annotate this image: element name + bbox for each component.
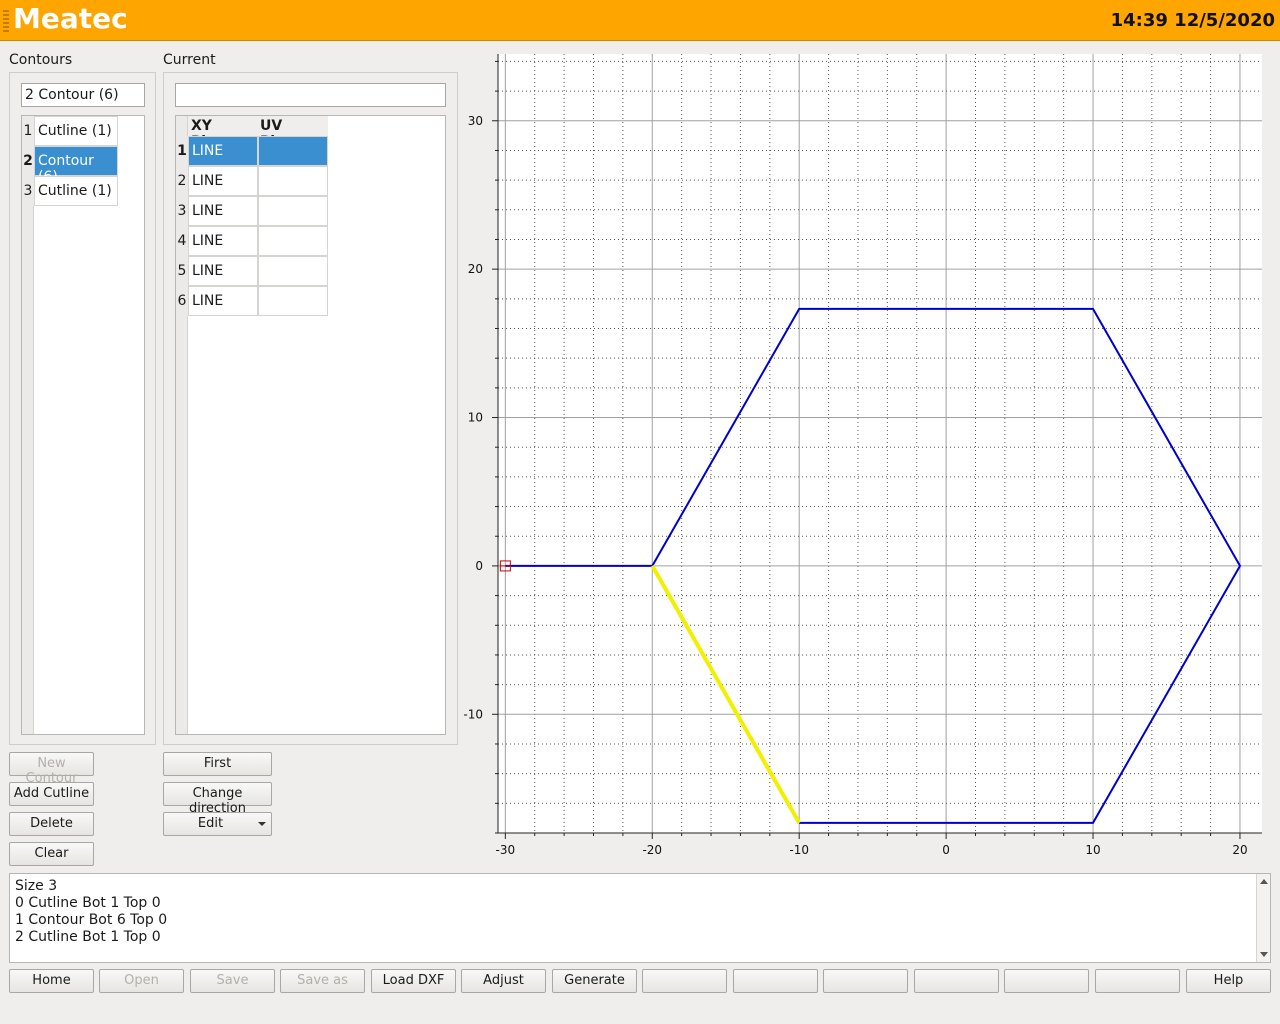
segment-row[interactable]: 4 LINE [176, 226, 328, 256]
segment-row[interactable]: 3 LINE [176, 196, 328, 226]
edit-label: Edit [197, 816, 224, 831]
contours-label: Contours [9, 52, 73, 68]
contour-row-index: 3 [22, 176, 34, 206]
log-line: 2 Cutline Bot 1 Top 0 [15, 929, 161, 945]
segment-row-index: 2 [176, 166, 188, 196]
segment-uv-cell[interactable] [258, 166, 328, 196]
current-label: Current [163, 52, 216, 68]
y-tick-label: 20 [468, 262, 483, 276]
open-button[interactable]: Open [99, 969, 184, 993]
x-tick-label: 20 [1232, 843, 1247, 857]
x-tick-label: -30 [496, 843, 516, 857]
x-tick-label: -10 [789, 843, 809, 857]
adjust-button[interactable]: Adjust [461, 969, 546, 993]
segment-row-index: 4 [176, 226, 188, 256]
x-tick-label: -20 [642, 843, 662, 857]
chevron-down-icon [258, 822, 266, 826]
clock: 14:39 12/5/2020 [1110, 10, 1275, 31]
app-window: Meatec 14:39 12/5/2020 Contours 2 Contou… [0, 0, 1280, 1024]
clear-button[interactable]: Clear [9, 842, 94, 866]
segment-uv-cell[interactable] [258, 286, 328, 316]
contour-row-name[interactable]: Cutline (1) [34, 176, 118, 206]
segment-row-index: 5 [176, 256, 188, 286]
generate-button[interactable]: Generate [552, 969, 637, 993]
empty-toolbar-button[interactable] [1095, 969, 1180, 993]
contour-row-index: 2 [22, 146, 34, 176]
contour-list[interactable]: 1 Cutline (1) 2 Contour (6) 3 Cutline (1… [21, 115, 145, 735]
segment-xy-cell[interactable]: LINE [188, 166, 258, 196]
drag-grip-icon[interactable] [3, 10, 9, 32]
contour-row-index: 1 [22, 116, 34, 146]
plot-background [498, 54, 1262, 833]
x-tick-label: 10 [1085, 843, 1100, 857]
segment-xy-cell[interactable]: LINE [188, 136, 258, 166]
empty-toolbar-button[interactable] [914, 969, 999, 993]
segment-row-selected[interactable]: 1 LINE [176, 136, 328, 166]
scroll-down-icon[interactable] [1260, 952, 1268, 957]
new-contour-button[interactable]: New Contour [9, 752, 94, 786]
app-title: Meatec [13, 2, 128, 35]
contours-panel: 2 Contour (6) 1 Cutline (1) 2 Contour (6… [9, 72, 156, 745]
segment-row-index: 6 [176, 286, 188, 316]
log-line: 1 Contour Bot 6 Top 0 [15, 912, 168, 928]
contour-list-item-selected[interactable]: 2 Contour (6) [22, 146, 118, 185]
add-cutline-button[interactable]: Add Cutline [9, 782, 94, 806]
uv-plane-header[interactable]: UV Plane [258, 116, 328, 150]
log-scrollbar[interactable] [1256, 874, 1270, 962]
contour-list-gutter [22, 116, 34, 734]
empty-toolbar-button[interactable] [642, 969, 727, 993]
segment-uv-cell[interactable] [258, 196, 328, 226]
xy-plane-header[interactable]: XY Plane [188, 116, 258, 150]
title-bar: Meatec 14:39 12/5/2020 [0, 0, 1280, 41]
save-as-button[interactable]: Save as [280, 969, 365, 993]
first-button[interactable]: First [163, 752, 272, 776]
segment-uv-cell[interactable] [258, 226, 328, 256]
segment-row[interactable]: 2 LINE [176, 166, 328, 196]
segment-row[interactable]: 6 LINE [176, 286, 328, 316]
plot-grid [498, 54, 1262, 834]
edit-dropdown-button[interactable]: Edit [163, 812, 272, 836]
empty-toolbar-button[interactable] [1004, 969, 1089, 993]
segment-xy-cell[interactable]: LINE [188, 256, 258, 286]
log-line: Size 3 [15, 878, 58, 894]
y-tick-label: 0 [475, 559, 483, 573]
current-field[interactable] [175, 83, 446, 107]
contour-row-name[interactable]: Contour (6) [34, 146, 118, 185]
contour-select-field[interactable]: 2 Contour (6) [21, 83, 145, 107]
contour-list-item[interactable]: 1 Cutline (1) [22, 116, 118, 146]
segment-uv-cell[interactable] [258, 136, 328, 166]
home-button[interactable]: Home [9, 969, 94, 993]
log-line: 0 Cutline Bot 1 Top 0 [15, 895, 161, 911]
current-panel: XY Plane UV Plane 1 LINE 2 LINE 3 LINE 4… [163, 72, 458, 745]
segment-xy-cell[interactable]: LINE [188, 286, 258, 316]
help-button[interactable]: Help [1186, 969, 1271, 993]
save-button[interactable]: Save [190, 969, 275, 993]
empty-toolbar-button[interactable] [823, 969, 908, 993]
contour-plot[interactable]: -30 -20 -10 0 10 20 -10 0 10 20 30 [462, 48, 1280, 873]
segment-xy-cell[interactable]: LINE [188, 196, 258, 226]
segment-xy-cell[interactable]: LINE [188, 226, 258, 256]
contour-row-name[interactable]: Cutline (1) [34, 116, 118, 146]
segment-row[interactable]: 5 LINE [176, 256, 328, 286]
log-output[interactable]: Size 3 0 Cutline Bot 1 Top 0 1 Contour B… [9, 873, 1271, 963]
segment-uv-cell[interactable] [258, 256, 328, 286]
x-tick-label: 0 [942, 843, 950, 857]
y-tick-label: 10 [468, 411, 483, 425]
scroll-up-icon[interactable] [1260, 879, 1268, 884]
y-tick-label: -10 [463, 707, 483, 721]
load-dxf-button[interactable]: Load DXF [371, 969, 456, 993]
change-direction-button[interactable]: Change direction [163, 782, 272, 816]
segments-table[interactable]: XY Plane UV Plane 1 LINE 2 LINE 3 LINE 4… [175, 115, 446, 735]
y-tick-label: 30 [468, 114, 483, 128]
segment-row-index: 3 [176, 196, 188, 226]
delete-button[interactable]: Delete [9, 812, 94, 836]
contour-list-item[interactable]: 3 Cutline (1) [22, 176, 118, 206]
empty-toolbar-button[interactable] [733, 969, 818, 993]
segment-row-index: 1 [176, 136, 188, 166]
